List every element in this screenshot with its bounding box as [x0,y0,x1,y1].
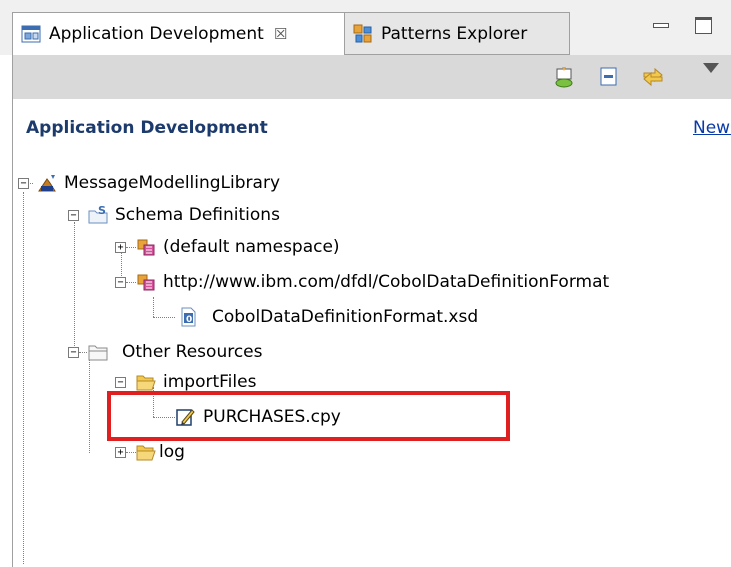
tree-node-schema-definitions[interactable]: S Schema Definitions [88,202,280,228]
tab-patterns-explorer[interactable]: Patterns Explorer [345,12,570,55]
view-header: Application Development New… [12,99,731,147]
library-icon [38,175,56,192]
view-toolbar [12,55,731,99]
collapse-toggle[interactable]: − [115,277,126,288]
new-link[interactable]: New… [693,118,731,138]
tree-node-default-namespace[interactable]: (default namespace) [136,234,340,260]
open-folder-icon [136,445,156,461]
project-tree: − MessageModellingLibrary − S Schema Def… [12,147,731,567]
tab-application-development[interactable]: Application Development ☒ [12,12,345,55]
expand-toggle[interactable]: + [115,447,126,458]
tab-close-icon[interactable]: ☒ [274,25,287,43]
tree-node-label: Schema Definitions [115,205,280,225]
collapse-toggle[interactable]: − [68,210,79,221]
tree-node-cobol-namespace[interactable]: http://www.ibm.com/dfdl/CobolDataDefinit… [136,269,609,295]
folder-icon [88,345,108,361]
xsd-file-icon: 0 [181,307,196,327]
collapse-all-icon[interactable] [598,65,622,89]
tree-node-label: MessageModellingLibrary [64,173,281,193]
patterns-explorer-icon [353,24,372,42]
namespace-icon [137,239,155,256]
view-title: Application Development [26,118,268,138]
expand-toggle[interactable]: + [115,242,126,253]
open-folder-icon [136,375,156,391]
view-menu-icon[interactable] [703,63,719,73]
tree-node-other-resources[interactable]: Other Resources [88,339,263,365]
maximize-icon[interactable] [695,17,712,34]
application-development-icon [21,25,41,43]
tab-label: Application Development [49,24,264,44]
collapse-toggle[interactable]: − [115,377,126,388]
highlight-box [107,391,510,441]
namespace-icon [137,274,155,291]
tree-node-log[interactable]: log [136,439,185,465]
link-with-editor-icon[interactable] [641,65,665,89]
tree-node-cobol-xsd[interactable]: 0 CobolDataDefinitionFormat.xsd [178,304,478,330]
collapse-toggle[interactable]: − [18,178,29,189]
minimize-icon[interactable] [651,15,671,35]
tree-node-label: (default namespace) [163,237,340,257]
tab-label: Patterns Explorer [381,23,528,44]
collapse-toggle[interactable]: − [68,347,79,358]
tree-node-label: log [159,442,185,462]
svg-text:S: S [98,205,106,217]
tree-node-label: importFiles [163,372,257,392]
tree-node-label: Other Resources [122,342,263,362]
schema-folder-icon: S [88,205,108,224]
svg-text:0: 0 [186,315,192,325]
new-project-icon[interactable] [553,65,577,89]
tree-node-label: CobolDataDefinitionFormat.xsd [212,307,479,327]
tree-node-root[interactable]: MessageModellingLibrary [37,170,280,196]
view-tab-bar: Application Development ☒ Patterns Explo… [0,0,731,55]
tree-node-label: http://www.ibm.com/dfdl/CobolDataDefinit… [163,272,610,292]
